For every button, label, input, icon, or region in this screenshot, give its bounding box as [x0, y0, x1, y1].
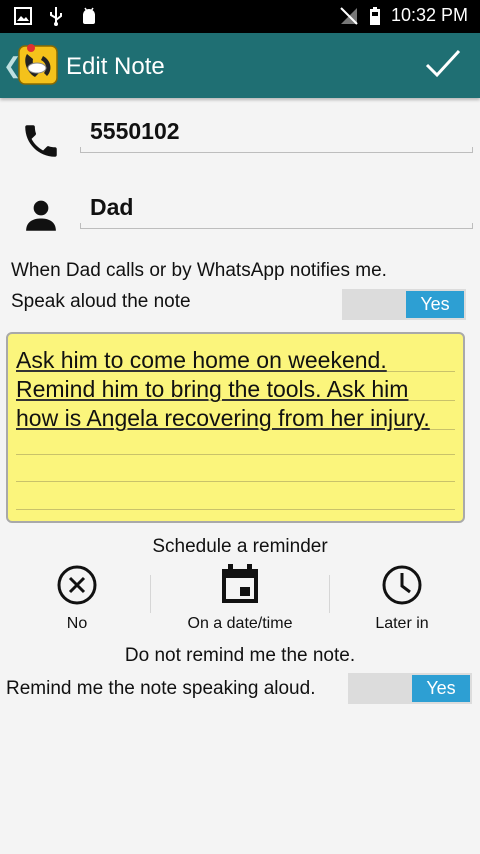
android-debug-icon [83, 7, 95, 24]
contact-field-underline [80, 223, 473, 229]
contact-name-field[interactable]: Dad [90, 194, 133, 221]
reminder-status: Do not remind me the note. [124, 645, 356, 666]
checkmark-icon[interactable] [424, 47, 462, 81]
speak-aloud-label: Speak aloud the note [11, 291, 191, 312]
reminder-option-later-label: Later in [375, 615, 429, 632]
reminder-option-later[interactable] [322, 563, 480, 607]
phone-field[interactable]: 5550102 [90, 118, 180, 145]
status-bar: 10:32 PM [0, 0, 480, 33]
app-logo-icon[interactable] [17, 42, 61, 86]
note-text: Ask him to come home on weekend. Remind … [16, 347, 430, 431]
battery-icon [369, 6, 380, 25]
clock-icon [382, 565, 422, 605]
remind-speaking-toggle-on: Yes [412, 675, 470, 702]
reminder-option-date[interactable] [160, 563, 320, 607]
phone-field-underline [80, 147, 473, 153]
speak-aloud-toggle-on: Yes [406, 291, 464, 318]
no-signal-icon [340, 6, 358, 25]
remind-speaking-toggle[interactable]: Yes [348, 673, 472, 704]
reminder-heading: Schedule a reminder [152, 536, 328, 557]
status-time: 10:32 PM [390, 5, 468, 25]
reminder-option-no-label: No [66, 615, 88, 632]
remind-speaking-label: Remind me the note speaking aloud. [6, 678, 316, 699]
phone-icon [25, 125, 57, 157]
reminder-option-date-label: On a date/time [187, 615, 293, 632]
note-textarea[interactable]: Ask him to come home on weekend. Remind … [6, 332, 465, 523]
person-icon [26, 200, 56, 231]
speak-aloud-toggle[interactable]: Yes [342, 289, 466, 320]
option-divider [150, 575, 151, 613]
image-notification-icon [14, 7, 32, 25]
usb-icon [50, 7, 62, 26]
calendar-icon [222, 564, 258, 603]
app-bar: ❮ Edit Note [0, 33, 480, 98]
trigger-description: When Dad calls or by WhatsApp notifies m… [11, 260, 387, 281]
page-title: Edit Note [66, 53, 165, 80]
close-circle-icon [57, 565, 97, 605]
reminder-option-no[interactable] [0, 563, 157, 607]
